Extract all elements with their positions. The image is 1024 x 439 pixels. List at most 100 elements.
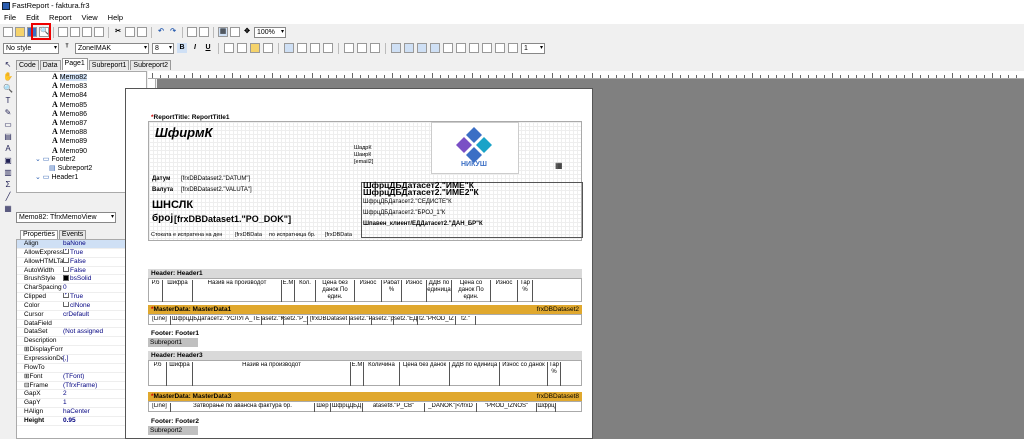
band-header-masterdata3[interactable]: *MasterData: MasterData3 frxDBDataset8	[148, 392, 582, 401]
header3-column[interactable]: Назив на производот	[193, 362, 351, 386]
document-number-label[interactable]: број	[152, 213, 173, 225]
band-header1[interactable]: Р.б Шифра Назив на производот Е.М Кол. Цена б…	[148, 278, 582, 302]
menu-file[interactable]: File	[4, 12, 16, 24]
menu-help[interactable]: Help	[108, 12, 123, 24]
header3-column[interactable]: Цена без данок	[400, 362, 450, 386]
master1-field[interactable]: set2."ЕД_Р	[394, 316, 418, 325]
frame-all-icon[interactable]	[443, 43, 453, 53]
align-left-icon[interactable]	[284, 43, 294, 53]
master3-field[interactable]: "PROD_IZNOS"	[477, 403, 537, 412]
line-icon[interactable]: ╱	[3, 192, 13, 202]
checkbox-icon[interactable]	[63, 248, 69, 255]
tab-properties[interactable]: Properties	[20, 230, 58, 239]
tab-subreport2[interactable]: Subreport2	[130, 60, 172, 70]
open-icon[interactable]	[15, 27, 25, 37]
menu-view[interactable]: View	[82, 12, 98, 24]
page-settings-icon[interactable]	[94, 27, 104, 37]
chart-icon[interactable]: ▥	[3, 168, 13, 178]
frame-right-icon[interactable]	[430, 43, 440, 53]
header1-column[interactable]: Е.М	[282, 280, 295, 302]
undo-icon[interactable]: ↶	[156, 27, 166, 37]
font-size-combo[interactable]: 8	[152, 42, 174, 54]
subreport2-object[interactable]: Subreport2	[148, 426, 198, 435]
align-justify-icon[interactable]	[323, 43, 333, 53]
copy-icon[interactable]	[125, 27, 135, 37]
header1-column[interactable]: Назив на производот	[193, 280, 282, 302]
redo-icon[interactable]: ↷	[168, 27, 178, 37]
paste-icon[interactable]	[137, 27, 147, 37]
report-page[interactable]: *ReportTitle: ReportTitle1 ШфирмК НИКУШ …	[125, 88, 593, 439]
band-header-footer2[interactable]: Footer: Footer2	[148, 417, 582, 426]
document-number-field[interactable]: [frxDBDataset1."PO_DOK"]	[174, 213, 291, 225]
hand-tool-icon[interactable]: ✋	[3, 72, 13, 82]
band-masterdata1[interactable]: [Line]ШфрцДБДатасет2."УСЛУГА_ТЕaset2."КО…	[148, 314, 582, 325]
frame-none-icon[interactable]	[456, 43, 466, 53]
master1-field[interactable]: [Line]	[149, 316, 171, 325]
shipped-note-label[interactable]: по испратница бр.	[269, 231, 315, 239]
new-dialog-icon[interactable]	[70, 27, 80, 37]
master3-field[interactable]: Шер	[315, 403, 331, 412]
frame-bottom-icon[interactable]	[404, 43, 414, 53]
master3-field[interactable]: _DANOK"]</frxD	[425, 403, 477, 412]
date-label[interactable]: Датум	[152, 175, 170, 183]
shipped-label[interactable]: Стоката е испратена на ден	[151, 231, 222, 239]
object-selector[interactable]: Memo82: TfrxMemoView	[16, 212, 116, 223]
tab-data[interactable]: Data	[39, 60, 61, 70]
header1-column[interactable]: Р.б	[149, 280, 163, 302]
master1-field[interactable]: t2."PROD_IZ	[418, 316, 456, 325]
band-reporttitle[interactable]: ШфирмК НИКУШ ШадрК ШаирК [email2] Датум …	[148, 121, 583, 241]
text-tool-icon[interactable]: T	[3, 96, 13, 106]
header3-column[interactable]: Износ со данок	[500, 362, 548, 386]
align-middle-icon[interactable]	[357, 43, 367, 53]
align-center-icon[interactable]	[297, 43, 307, 53]
company-logo[interactable]: НИКУШ	[431, 122, 519, 174]
frame-left-icon[interactable]	[417, 43, 427, 53]
align-top-icon[interactable]	[344, 43, 354, 53]
zoom-tool-icon[interactable]: 🔍	[3, 84, 13, 94]
master1-field[interactable]: set2."Р_С	[284, 316, 308, 325]
currency-label[interactable]: Валута	[152, 186, 173, 194]
header1-column[interactable]: Цена со данок По един.	[452, 280, 491, 302]
client-name-2[interactable]: ШфрцДБДатасет2."ИМЕ2"К	[363, 188, 479, 197]
header1-column[interactable]: Тар %	[518, 280, 533, 302]
italic-button[interactable]: I	[190, 43, 200, 53]
sum-icon[interactable]: Σ	[3, 180, 13, 190]
shipped-date-field[interactable]: [frxDBData	[235, 231, 262, 239]
firm-email[interactable]: [email2]	[354, 158, 373, 166]
master1-field[interactable]: ШфрцДБДатасет2."УСЛУГА_ТЕ	[171, 316, 262, 325]
subreport-icon[interactable]: ▤	[3, 132, 13, 142]
header3-column[interactable]: Р.б	[149, 362, 167, 386]
client-tax-id[interactable]: Шпавен_клиент/ЕДДатасет2."ДАН_БР"К	[363, 220, 483, 228]
master3-field[interactable]: ataset8."Р_СВ"	[363, 403, 425, 412]
shipped-note-field[interactable]: [frxDBData	[325, 231, 352, 239]
band-masterdata3[interactable]: [Line] Затворање по авансна фактура бр. Ше…	[148, 401, 582, 412]
highlight-icon[interactable]	[250, 43, 260, 53]
align-right-icon[interactable]	[310, 43, 320, 53]
header1-column[interactable]: Цена без данок По един.	[316, 280, 355, 302]
tab-code[interactable]: Code	[16, 60, 39, 70]
tab-events[interactable]: Events	[58, 230, 87, 239]
align-to-grid-icon[interactable]	[230, 27, 240, 37]
font-settings-icon[interactable]	[224, 43, 234, 53]
underline-button[interactable]: U	[203, 43, 213, 53]
tree-item[interactable]: A Memo82	[17, 72, 146, 81]
band-icon[interactable]: ▭	[3, 120, 13, 130]
header3-column[interactable]: ДДВ по единица	[450, 362, 500, 386]
master3-field[interactable]: ШфрцДБД	[331, 403, 363, 412]
header1-column[interactable]: Рабат %	[382, 280, 402, 302]
band-header-masterdata1[interactable]: *MasterData: MasterData1 frxDBDataset2	[148, 305, 582, 314]
header3-column[interactable]: Шифра	[167, 362, 193, 386]
band-header-footer1[interactable]: Footer: Footer1	[148, 329, 582, 338]
grid-icon[interactable]: ▦	[218, 27, 228, 37]
format-copy-icon[interactable]: ✎	[3, 108, 13, 118]
header3-column[interactable]: Количина	[364, 362, 400, 386]
firm-name[interactable]: ШфирмК	[155, 125, 213, 141]
fit-grid-icon[interactable]: ✥	[242, 27, 252, 37]
header1-column[interactable]: Износ	[491, 280, 518, 302]
master1-field[interactable]: aset2."КО	[262, 316, 284, 325]
header1-column[interactable]: Износ	[355, 280, 382, 302]
new-page-icon[interactable]	[58, 27, 68, 37]
client-number[interactable]: ШфрцДБДатасет2."БРОЈ_1"К	[363, 209, 445, 217]
memo-icon[interactable]: A	[3, 144, 13, 154]
menu-report[interactable]: Report	[49, 12, 72, 24]
